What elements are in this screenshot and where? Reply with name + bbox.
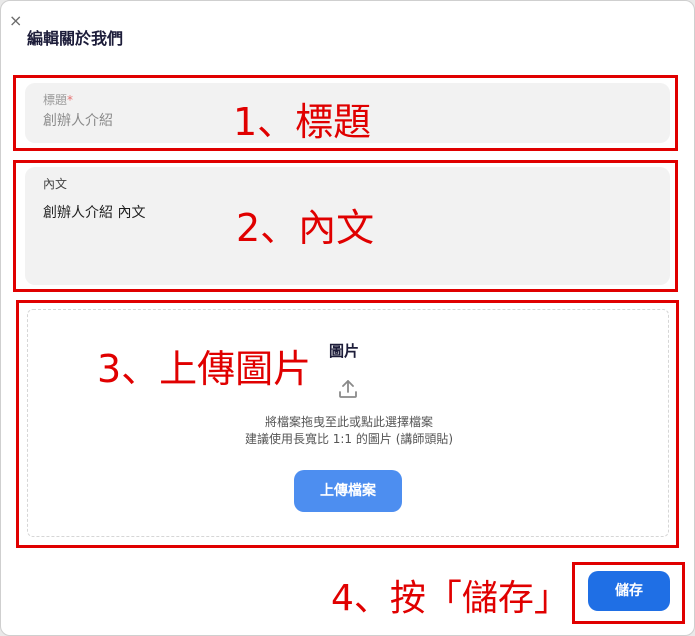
close-icon[interactable]: × <box>9 13 22 29</box>
annotation-step1: 1、標題 <box>233 100 372 144</box>
image-section-heading: 圖片 <box>329 342 360 360</box>
upload-hint-line2: 建議使用長寬比 1:1 的圖片 (講師頭貼) <box>244 432 454 446</box>
upload-icon <box>336 377 360 401</box>
annotation-step3: 3、上傳圖片 <box>97 347 312 391</box>
dialog-title: 編輯關於我們 <box>27 29 124 48</box>
upload-hint-line1: 將檔案拖曳至此或點此選擇檔案 <box>264 415 433 429</box>
annotation-step4: 4、按「儲存」 <box>331 578 570 619</box>
annotation-step2: 2、內文 <box>236 206 375 250</box>
upload-file-button[interactable]: 上傳檔案 <box>294 470 402 512</box>
about-us-edit-dialog: × 編輯關於我們 標題* 創辦人介紹 1、標題 內文 創辦人介紹 內文 2、內文… <box>0 0 695 636</box>
save-button[interactable]: 儲存 <box>588 571 670 611</box>
